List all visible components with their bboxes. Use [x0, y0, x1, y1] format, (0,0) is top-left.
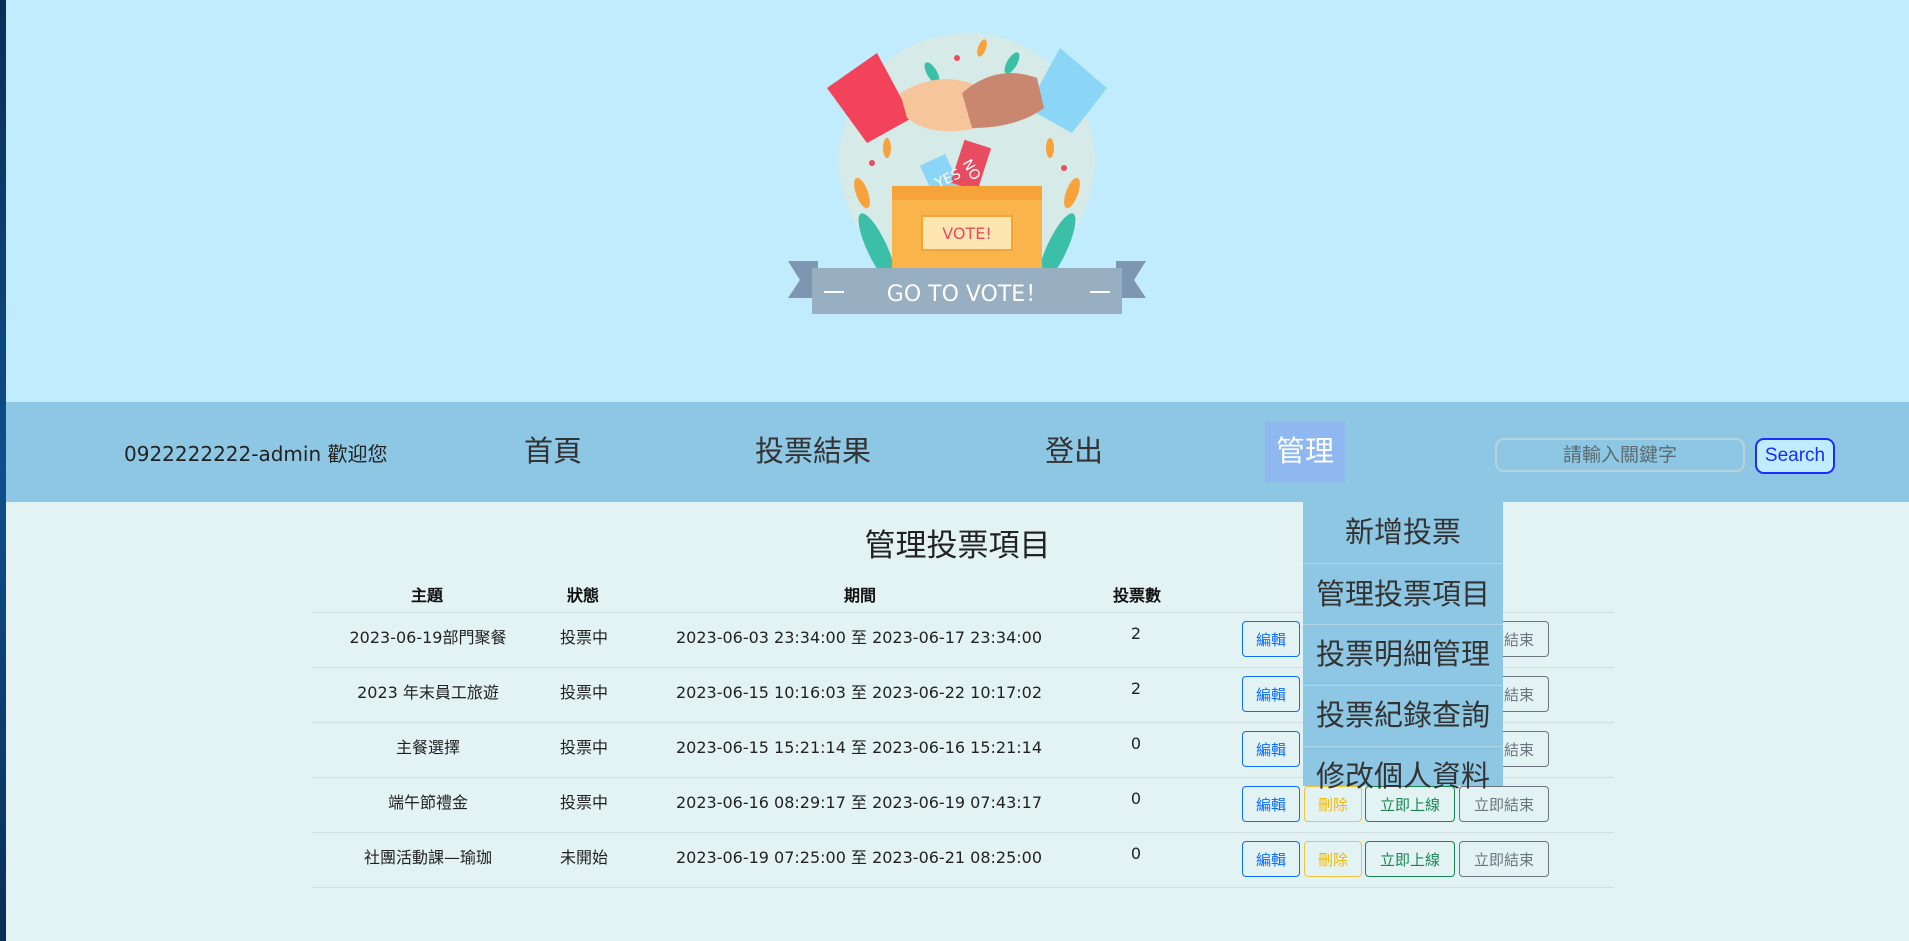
cell-topic: 社團活動課—瑜珈 [363, 848, 492, 867]
edit-button[interactable]: 編輯 [1242, 841, 1300, 877]
cell-topic: 2023 年末員工旅遊 [357, 683, 499, 702]
cell-votes: 2 [1130, 624, 1142, 643]
column-header-status: 狀態 [567, 586, 600, 605]
column-header-votes: 投票數 [1113, 586, 1162, 605]
cell-status: 投票中 [559, 793, 608, 812]
cell-period: 2023-06-15 10:16:03 至 2023-06-22 10:17:0… [675, 683, 1043, 702]
row-divider [312, 887, 1614, 888]
row-divider [312, 832, 1614, 833]
cell-votes: 0 [1130, 734, 1142, 753]
cell-votes: 2 [1130, 679, 1142, 698]
cell-period: 2023-06-15 15:21:14 至 2023-06-16 15:21:1… [675, 738, 1043, 757]
cell-period: 2023-06-03 23:34:00 至 2023-06-17 23:34:0… [675, 628, 1043, 647]
page: YES NO VOTE! GO TO VOTE！ 0922222222-admi… [6, 0, 1909, 941]
menu-item-manage-items[interactable]: 管理投票項目 [1303, 564, 1503, 625]
edit-button[interactable]: 編輯 [1242, 676, 1300, 712]
delete-button[interactable]: 刪除 [1304, 841, 1362, 877]
cell-status: 未開始 [559, 848, 608, 867]
ballot-box-vote-text: VOTE! [942, 224, 992, 243]
menu-item-vote-records[interactable]: 投票紀錄查詢 [1303, 685, 1503, 746]
edit-button[interactable]: 編輯 [1242, 731, 1300, 767]
menu-item-vote-details[interactable]: 投票明細管理 [1303, 624, 1503, 685]
search-input[interactable] [1495, 438, 1745, 472]
cell-status: 投票中 [559, 738, 608, 757]
cell-status: 投票中 [559, 628, 608, 647]
nav-home-link[interactable]: 首頁 [524, 431, 582, 471]
welcome-text: 0922222222-admin 歡迎您 [124, 442, 388, 466]
cell-topic: 端午節禮金 [387, 793, 468, 812]
publish-now-button[interactable]: 立即上線 [1365, 841, 1455, 877]
cell-period: 2023-06-16 08:29:17 至 2023-06-19 07:43:1… [675, 793, 1043, 812]
menu-item-edit-profile[interactable]: 修改個人資料 [1303, 746, 1503, 807]
cell-topic: 2023-06-19部門聚餐 [349, 628, 507, 647]
cell-period: 2023-06-19 07:25:00 至 2023-06-21 08:25:0… [675, 848, 1043, 867]
page-title: 管理投票項目 [864, 528, 1051, 563]
nav-manage-menu[interactable]: 管理 [1265, 422, 1345, 482]
end-now-button[interactable]: 立即結束 [1459, 841, 1549, 877]
column-header-topic: 主題 [411, 586, 444, 605]
menu-item-new-vote[interactable]: 新增投票 [1303, 502, 1503, 563]
edit-button[interactable]: 編輯 [1242, 786, 1300, 822]
cell-status: 投票中 [559, 683, 608, 702]
nav-results-link[interactable]: 投票結果 [755, 431, 871, 471]
logo-banner-text: GO TO VOTE！ [887, 282, 1047, 307]
vote-logo-illustration: YES NO VOTE! GO TO VOTE！ [788, 33, 1146, 314]
cell-topic: 主餐選擇 [395, 738, 460, 757]
cell-votes: 0 [1130, 789, 1142, 808]
cell-votes: 0 [1130, 844, 1142, 863]
edit-button[interactable]: 編輯 [1242, 621, 1300, 657]
manage-dropdown-menu: 新增投票 管理投票項目 投票明細管理 投票紀錄查詢 修改個人資料 [1303, 502, 1503, 793]
nav-logout-link[interactable]: 登出 [1045, 431, 1103, 471]
hero-banner: YES NO VOTE! GO TO VOTE！ [6, 0, 1909, 402]
column-header-period: 期間 [844, 586, 877, 605]
search-button[interactable]: Search [1755, 438, 1835, 474]
